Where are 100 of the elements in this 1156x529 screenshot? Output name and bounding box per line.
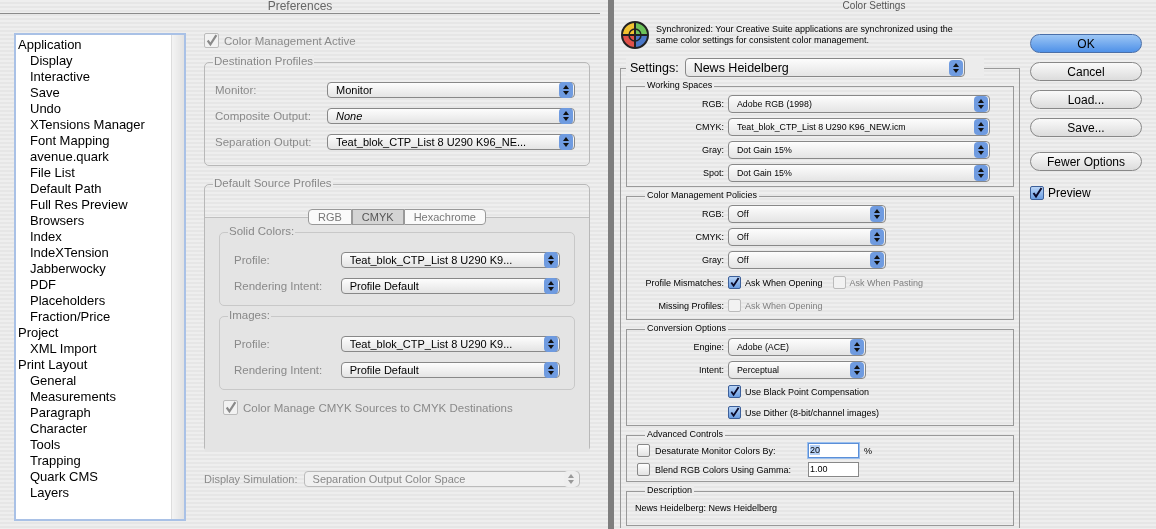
tab[interactable]: Hexachrome — [403, 209, 486, 225]
field-label: Intent: — [697, 364, 724, 375]
popup-menu[interactable]: Adobe (ACE) — [728, 337, 866, 356]
list-item[interactable]: XML Import — [18, 341, 171, 357]
popup-menu[interactable]: Teat_blok_CTP_List 8 U290 K9... — [340, 336, 560, 352]
list-item[interactable]: Print Layout — [18, 357, 171, 373]
checkbox[interactable] — [1030, 186, 1044, 200]
popup-menu[interactable]: Monitor — [327, 82, 575, 98]
field-label: Display Simulation: — [204, 473, 298, 485]
list-item[interactable]: IndeXTension — [18, 245, 171, 261]
popup-arrows-icon — [974, 141, 988, 158]
window-title: Preferences — [0, 0, 600, 14]
list-item[interactable]: Interactive — [18, 69, 171, 85]
popup-arrows-icon — [850, 361, 864, 378]
field-label: Rendering Intent: — [234, 364, 324, 376]
list-item[interactable]: Default Path — [18, 181, 171, 197]
checkbox[interactable] — [728, 406, 741, 419]
group-title: Default Source Profiles — [213, 177, 333, 189]
popup-arrows-icon — [544, 278, 558, 294]
list-item[interactable]: Save — [18, 85, 171, 101]
dialog-button[interactable]: Save... — [1030, 118, 1142, 137]
input-field[interactable]: 20 — [808, 443, 859, 458]
popup-menu[interactable]: Teat_blok_CTP_List 8 U290 K96_NE... — [327, 134, 575, 150]
popup-arrows-icon — [544, 362, 558, 378]
list-item[interactable]: Measurements — [18, 389, 171, 405]
popup-arrows-icon — [870, 228, 884, 245]
list-item[interactable]: Paragraph — [18, 405, 171, 421]
dialog-button[interactable]: OK — [1030, 34, 1142, 53]
checkbox-label: Use Dither (8-bit/channel images) — [745, 407, 880, 418]
popup-arrows-icon — [974, 95, 988, 112]
popup-menu[interactable]: Off — [728, 204, 886, 223]
group-title: Conversion Options — [645, 323, 729, 333]
field-label: Engine: — [692, 341, 724, 352]
popup-arrows-icon — [544, 252, 558, 268]
input-field[interactable]: 1.00 — [808, 462, 859, 477]
list-item[interactable]: Display — [18, 53, 171, 69]
popup-menu[interactable]: Adobe RGB (1998) — [728, 94, 990, 113]
list-item[interactable]: XTensions Manager — [18, 117, 171, 133]
group-title: Destination Profiles — [213, 55, 315, 67]
list-item[interactable]: Index — [18, 229, 171, 245]
sync-message: Synchronized: Your Creative Suite applications are synchronized using the same color settings for consistent color management. — [656, 24, 954, 46]
popup-arrows-icon — [559, 108, 573, 124]
list-item[interactable]: avenue.quark — [18, 149, 171, 165]
list-item[interactable]: Quark CMS — [18, 469, 171, 485]
popup-arrows-icon — [948, 59, 963, 76]
popup-arrows-icon — [870, 251, 884, 268]
checkbox[interactable] — [728, 276, 741, 289]
group-title: Description — [645, 485, 695, 495]
popup-menu[interactable]: News Heidelberg — [684, 58, 965, 77]
list-item[interactable]: Character — [18, 421, 171, 437]
list-item[interactable]: Undo — [18, 101, 171, 117]
list-item[interactable]: Fraction/Price — [18, 309, 171, 325]
field-label: Missing Profiles: — [657, 300, 724, 311]
color-wheel-icon — [620, 20, 650, 50]
list-item[interactable]: General — [18, 373, 171, 389]
popup-menu[interactable]: Profile Default — [340, 278, 560, 294]
list-item[interactable]: Project — [18, 325, 171, 341]
list-item[interactable]: File List — [18, 165, 171, 181]
popup-menu[interactable]: Profile Default — [340, 362, 560, 378]
list-item[interactable]: Full Res Preview — [18, 197, 171, 213]
checkbox-label: Preview — [1048, 186, 1091, 200]
description-text: News Heidelberg: News Heidelberg — [634, 502, 779, 515]
dialog-button[interactable]: Load... — [1030, 90, 1142, 109]
popup-menu[interactable]: Teat_blok_CTP_List 8 U290 K9... — [340, 252, 560, 268]
popup-menu[interactable]: Teat_blok_CTP_List 8 U290 K96_NEW.icm — [728, 117, 990, 136]
list-item[interactable]: Tools — [18, 437, 171, 453]
group-title: Advanced Controls — [645, 429, 726, 439]
checkbox[interactable] — [728, 385, 741, 398]
list-item[interactable]: Jabberwocky — [18, 261, 171, 277]
list-item[interactable]: PDF — [18, 277, 171, 293]
dialog-button[interactable]: Cancel — [1030, 62, 1142, 81]
checkbox[interactable] — [637, 444, 650, 457]
tab[interactable]: CMYK — [351, 209, 404, 225]
popup-arrows-icon — [559, 134, 573, 150]
popup-menu[interactable]: Dot Gain 15% — [728, 163, 990, 182]
settings-label: Settings: — [630, 60, 679, 75]
list-item[interactable]: Trapping — [18, 453, 171, 469]
tab[interactable]: RGB — [308, 209, 352, 225]
list-item[interactable]: Application — [18, 37, 171, 53]
field-label: CMYK: — [694, 231, 724, 242]
popup-menu[interactable]: Off — [728, 250, 886, 269]
field-label: Composite Output: — [215, 110, 312, 122]
checkbox[interactable] — [637, 463, 650, 476]
field-label: RGB: — [701, 208, 724, 219]
field-label: Profile: — [234, 338, 271, 350]
checkbox-label: Ask When Opening — [745, 300, 823, 311]
popup-arrows-icon — [974, 118, 988, 135]
list-item[interactable]: Font Mapping — [18, 133, 171, 149]
field-label: Spot: — [702, 167, 724, 178]
field-label: Rendering Intent: — [234, 280, 324, 292]
list-item[interactable]: Browsers — [18, 213, 171, 229]
list-item[interactable]: Placeholders — [18, 293, 171, 309]
list-item[interactable]: Layers — [18, 485, 171, 501]
popup-menu[interactable]: Dot Gain 15% — [728, 140, 990, 159]
checkbox-label: Color Management Active — [224, 34, 356, 47]
popup-menu[interactable]: Perceptual — [728, 360, 866, 379]
popup-menu[interactable]: None — [327, 108, 575, 124]
popup-menu[interactable]: Off — [728, 227, 886, 246]
dialog-button[interactable]: Fewer Options — [1030, 152, 1142, 171]
popup-arrows-icon — [870, 205, 884, 222]
